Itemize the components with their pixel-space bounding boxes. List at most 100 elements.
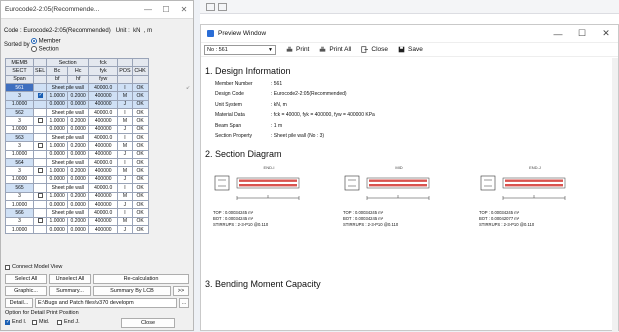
browse-button[interactable]: ...	[179, 298, 189, 308]
select-cell[interactable]	[32, 191, 48, 201]
recalculation-button[interactable]: Re-calculation	[93, 274, 189, 284]
table-row[interactable]: 3 1.00000.2000400000MOK	[5, 141, 149, 151]
sort-section-option[interactable]: Section	[31, 46, 59, 53]
preview-maximize-button[interactable]: ☐	[570, 28, 594, 39]
table-row[interactable]: 3 1.00000.2000400000MOK	[5, 216, 149, 226]
table-row[interactable]: 1.0000 0.0000 0.0000 400000 J OK	[5, 124, 149, 135]
row-select-checkbox[interactable]	[37, 143, 43, 149]
sort-member-label: Member	[38, 38, 61, 45]
printer-all-icon	[320, 46, 326, 52]
row-select-checkbox[interactable]	[37, 168, 43, 174]
table-row[interactable]: 566 Sheet pile wall 40000.0 I OK	[5, 208, 149, 218]
select-cell[interactable]	[32, 216, 48, 226]
more-button[interactable]: >>	[173, 286, 189, 296]
table-row[interactable]: 1.0000 0.0000 0.0000 400000 J OK	[5, 174, 149, 185]
header-cell: bf	[46, 74, 69, 85]
bf-cell: 0.0000	[46, 199, 69, 210]
table-row[interactable]: 563 Sheet pile wall 40000.0 I OK	[5, 133, 149, 143]
chk3-cell: OK	[131, 149, 149, 160]
vertical-scrollbar[interactable]	[612, 58, 618, 332]
table-row[interactable]: 562 Sheet pile wall 40000.0 I OK	[5, 108, 149, 118]
hf-cell: 0.0000	[67, 149, 90, 160]
section-name-cell: Sheet pile wall	[46, 83, 90, 93]
header-cell: Bc	[46, 66, 69, 76]
mid-label: Mid.	[39, 319, 50, 325]
sorted-by-label: Sorted by	[4, 42, 30, 48]
graphic-button[interactable]: Graphic...	[5, 286, 47, 296]
select-all-button[interactable]: Select All	[5, 274, 47, 284]
table-row[interactable]: 3 1.00000.2000400000MOK	[5, 91, 149, 101]
section-diagram: END-I TOP : 0.00034245 m² BOT : 0.00034245…	[213, 165, 325, 228]
member-cell[interactable]: 562	[5, 108, 34, 118]
sort-member-radio[interactable]	[31, 38, 37, 44]
hc-cell: 0.2000	[67, 216, 90, 226]
fck-cell: 40000.0	[88, 183, 119, 193]
preview-minimize-button[interactable]: —	[546, 29, 570, 39]
unselect-all-button[interactable]: Unselect All	[49, 274, 91, 284]
save-button[interactable]: Save	[398, 46, 423, 53]
connect-model-view-checkbox[interactable]	[5, 264, 10, 270]
select-cell[interactable]	[32, 141, 48, 151]
beam-section-drawing	[480, 175, 566, 200]
member-cell[interactable]: 564	[5, 158, 34, 168]
printer-icon	[286, 46, 293, 52]
close-button[interactable]: Close	[121, 318, 175, 328]
table-row[interactable]: 3 1.00000.2000400000MOK	[5, 191, 149, 201]
summary-by-lcb-button[interactable]: Summary By LCB	[93, 286, 171, 296]
row-select-checkbox[interactable]	[37, 193, 43, 199]
connect-model-view-option[interactable]: Connect Model View	[5, 264, 62, 270]
end-j-option[interactable]: End J.	[57, 319, 80, 325]
row-select-checkbox[interactable]	[37, 118, 43, 124]
header-cell	[117, 57, 133, 68]
minimize-button[interactable]: —	[139, 5, 157, 14]
sort-section-radio[interactable]	[31, 46, 37, 52]
table-row[interactable]: 565 Sheet pile wall 40000.0 I OK	[5, 183, 149, 193]
end-i-option[interactable]: End I.	[5, 319, 26, 325]
end-i-label: End I.	[12, 319, 27, 325]
print-all-button[interactable]: Print All	[319, 46, 351, 53]
detail-button[interactable]: Detail...	[5, 298, 33, 308]
select-cell[interactable]	[32, 116, 48, 126]
table-row[interactable]: 1.0000 0.0000 0.0000 400000 J OK	[5, 199, 149, 210]
member-cell[interactable]: 561	[5, 83, 34, 93]
table-row[interactable]: 564 Sheet pile wall 40000.0 I OK	[5, 158, 149, 168]
row-select-checkbox[interactable]	[37, 93, 43, 99]
member-cell[interactable]: 566	[5, 208, 34, 218]
preview-close-tool-button[interactable]: Close	[361, 46, 388, 53]
member-select[interactable]: No : 561 ▼	[204, 44, 276, 55]
header-cell	[117, 74, 133, 85]
fck-cell: 40000.0	[88, 108, 119, 118]
summary-button[interactable]: Summary...	[49, 286, 91, 296]
select-cell[interactable]	[32, 91, 48, 101]
pos2-cell: M	[117, 91, 133, 101]
maximize-button[interactable]: ☐	[157, 5, 175, 14]
pos3-cell: J	[117, 149, 133, 160]
end-i-checkbox[interactable]	[5, 319, 10, 325]
member-cell[interactable]: 565	[5, 183, 34, 193]
select-cell[interactable]	[32, 166, 48, 176]
table-row[interactable]: 1.0000 0.0000 0.0000 400000 J OK	[5, 99, 149, 110]
row-select-checkbox[interactable]	[37, 218, 43, 224]
header-cell	[131, 57, 149, 68]
table-row[interactable]: 1.0000 0.0000 0.0000 400000 J OK	[5, 224, 149, 235]
table-row[interactable]: 3 1.00000.2000400000MOK	[5, 116, 149, 126]
empty-cell	[32, 149, 48, 160]
table-row[interactable]: 1.0000 0.0000 0.0000 400000 J OK	[5, 149, 149, 160]
sort-member-option[interactable]: Member	[31, 38, 61, 45]
header-cell: hf	[67, 74, 90, 85]
path-field[interactable]: E:\Bugs and Patch files\v370 developm	[35, 298, 177, 308]
member-cell[interactable]: 563	[5, 133, 34, 143]
table-row[interactable]: 561 Sheet pile wall 40000.0 I OK	[5, 83, 149, 93]
header-cell	[131, 74, 149, 85]
table-row[interactable]: 3 1.00000.2000400000MOK	[5, 166, 149, 176]
panel-titlebar: Eurocode2-2:05(Recommende... — ☐ ✕	[1, 1, 193, 19]
mid-checkbox[interactable]	[32, 319, 37, 325]
bc-cell: 1.0000	[46, 91, 69, 101]
preview-close-button[interactable]: ✕	[594, 28, 618, 39]
mid-option[interactable]: Mid.	[32, 319, 49, 325]
end-j-checkbox[interactable]	[57, 319, 62, 325]
header-cell: POS	[117, 66, 133, 76]
print-button[interactable]: Print	[286, 46, 309, 53]
close-window-button[interactable]: ✕	[175, 5, 193, 14]
chk3-cell: OK	[131, 199, 149, 210]
